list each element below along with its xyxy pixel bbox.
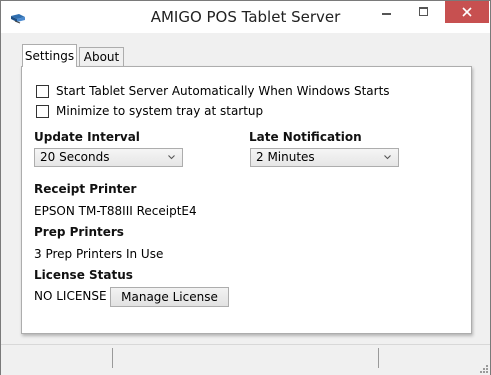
status-separator	[112, 348, 113, 368]
chevron-down-icon	[168, 155, 175, 160]
tab-settings[interactable]: Settings	[22, 44, 77, 67]
auto-start-checkbox[interactable]	[36, 84, 49, 98]
minimize-label[interactable]: Minimize to system tray at startup	[56, 104, 263, 118]
late-notification-select[interactable]: 2 Minutes	[250, 148, 399, 167]
manage-license-button[interactable]: Manage License	[110, 287, 229, 307]
late-notification-label: Late Notification	[249, 130, 362, 144]
status-separator	[378, 348, 379, 368]
minimize-row[interactable]: Minimize to system tray at startup	[36, 103, 263, 119]
late-notification-value: 2 Minutes	[256, 150, 315, 164]
auto-start-label[interactable]: Start Tablet Server Automatically When W…	[56, 84, 390, 98]
status-bar	[1, 344, 490, 375]
minimize-icon[interactable]	[373, 1, 399, 23]
title-bar[interactable]: AMIGO POS Tablet Server	[1, 1, 490, 33]
tab-about[interactable]: About	[79, 47, 124, 67]
resize-grip-icon[interactable]	[478, 363, 488, 373]
update-interval-select[interactable]: 20 Seconds	[34, 148, 183, 167]
chevron-down-icon	[384, 155, 391, 160]
receipt-printer-value: EPSON TM-T88III ReceiptE4	[34, 204, 197, 218]
prep-printers-value: 3 Prep Printers In Use	[34, 247, 164, 261]
maximize-icon[interactable]	[410, 1, 436, 23]
settings-panel: Start Tablet Server Automatically When W…	[21, 66, 472, 334]
license-status-label: License Status	[34, 268, 133, 282]
app-window: AMIGO POS Tablet Server Settings About S…	[0, 0, 491, 375]
auto-start-row[interactable]: Start Tablet Server Automatically When W…	[36, 83, 390, 99]
receipt-printer-label: Receipt Printer	[34, 182, 137, 196]
close-icon[interactable]	[445, 1, 489, 23]
license-status-value: NO LICENSE	[34, 289, 107, 303]
prep-printers-label: Prep Printers	[34, 225, 124, 239]
minimize-checkbox[interactable]	[36, 104, 49, 118]
update-interval-value: 20 Seconds	[40, 150, 110, 164]
update-interval-label: Update Interval	[34, 130, 140, 144]
